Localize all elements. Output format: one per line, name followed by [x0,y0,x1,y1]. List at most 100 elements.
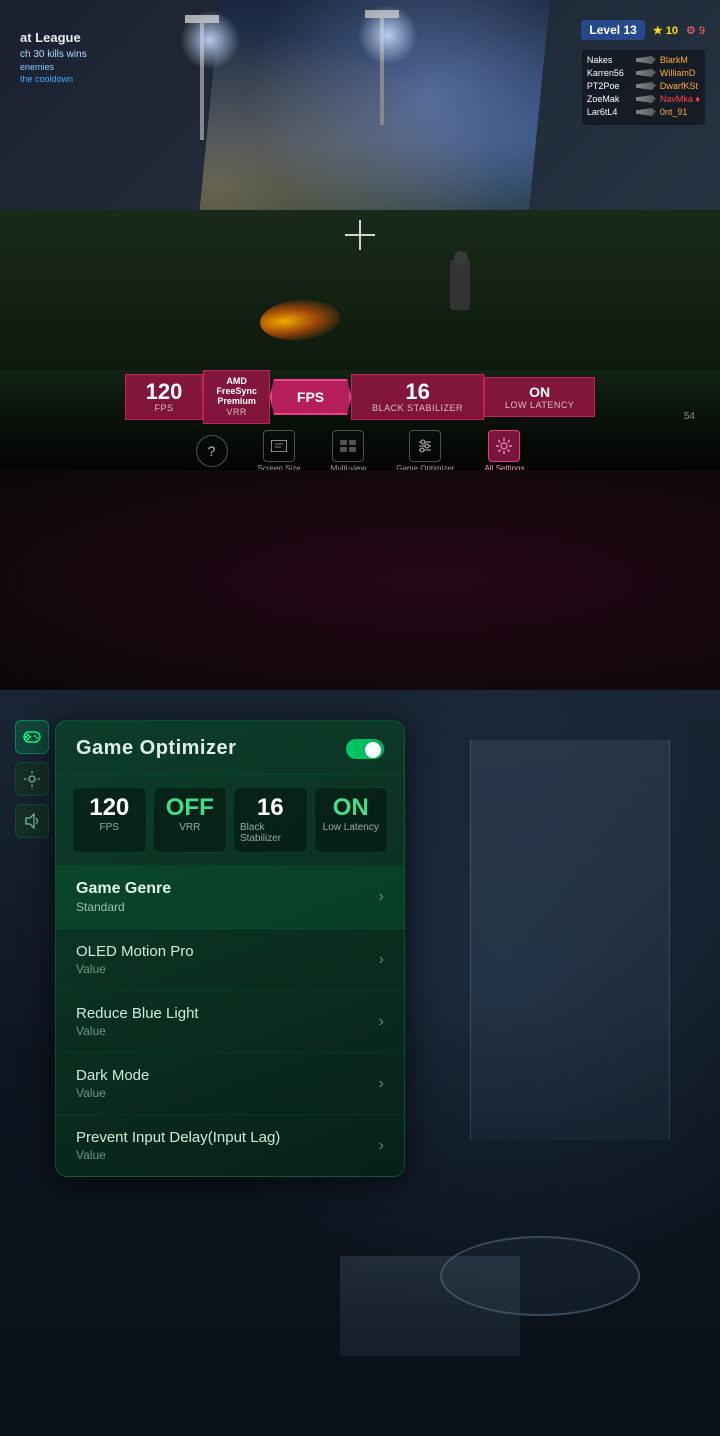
reduce-blue-light-menu-item[interactable]: Reduce Blue Light Value › [56,991,404,1053]
panel-ll-badge: ON Low Latency [314,787,389,853]
ll-stat: ON Low Latency [484,377,595,417]
panel-fps-label: FPS [100,822,119,833]
icon-count: ⚙ 9 [686,24,705,37]
sub-label: enemies [20,62,87,72]
game-optimizer-button[interactable]: Game Optimizer [396,430,454,470]
multi-view-icon [332,430,364,462]
panel-fps-value: 120 [89,796,129,820]
oled-motion-pro-menu-item[interactable]: OLED Motion Pro Value › [56,929,404,991]
score-name-2: Karren56 [587,68,632,78]
panel-vrr-value: OFF [166,796,214,820]
panel-vrr-badge: OFF VRR [153,787,228,853]
multi-view-button[interactable]: Multi-view [331,430,367,470]
stone-steps [340,1256,520,1356]
settings-icon-button[interactable] [15,762,49,796]
score-player-3: DwarfKSt [660,81,698,91]
optimizer-panel: Game Optimizer 120 FPS OFF VRR 16 Black … [55,720,405,1177]
middle-section [0,470,720,690]
ll-label: Low Latency [505,400,574,410]
screen-size-button[interactable]: Screen Size [258,430,301,470]
panel-ll-label: Low Latency [323,822,379,833]
top-game-section: at League ch 30 kills wins enemies the c… [0,0,720,470]
star-count: ★ 10 [653,24,678,37]
score-name-1: Nakes [587,55,632,65]
score-player-4: NavMka ♦ [660,94,700,104]
menu-bar: ? Screen Size [196,430,525,470]
fps-stat: 120 FPS [125,374,204,420]
score-player-1: BlarkM [660,55,688,65]
panel-title: Game Optimizer [76,737,236,760]
bs-value: 16 [405,381,429,403]
dark-mode-left: Dark Mode Value [76,1067,149,1100]
game-genre-value: Standard [76,900,171,914]
reduce-blue-light-title: Reduce Blue Light [76,1005,199,1022]
oled-motion-pro-left: OLED Motion Pro Value [76,943,194,976]
help-button[interactable]: ? [196,435,228,467]
panel-bs-label: Black Stabilizer [240,822,301,844]
game-genre-menu-item[interactable]: Game Genre Standard › [56,866,404,929]
game-genre-title: Game Genre [76,880,171,898]
side-icons [15,720,49,838]
score-name-5: Lar6tL4 [587,107,632,117]
game-optimizer-icon [409,430,441,462]
score-row-4: ZoeMak NavMka ♦ [587,94,700,104]
optimizer-toggle[interactable] [346,739,384,759]
score-row-5: Lar6tL4 0nt_91 [587,107,700,117]
all-settings-button[interactable]: All Settings [484,430,524,470]
gun-icon-1 [636,56,656,64]
screen-size-icon [263,430,295,462]
reduce-blue-light-value: Value [76,1024,199,1038]
vrr-stat: AMDFreeSyncPremium VRR [203,370,270,424]
gun-icon-3 [636,82,656,90]
light-glow-1 [180,10,240,70]
enemy-figure [450,260,470,310]
gun-icon-4 [636,95,656,103]
score-row-3: PT2Poe DwarfKSt [587,81,700,91]
panel-stats-row: 120 FPS OFF VRR 16 Black Stabilizer ON L… [56,775,404,866]
game-genre-arrow: › [379,888,384,906]
vrr-label: VRR [226,407,247,417]
dark-mode-menu-item[interactable]: Dark Mode Value › [56,1053,404,1115]
oled-motion-pro-value: Value [76,962,194,976]
vrr-value: AMDFreeSyncPremium [216,377,257,407]
help-icon: ? [196,435,228,467]
hud-top-right: Level 13 ★ 10 ⚙ 9 [581,20,705,40]
level-badge: Level 13 [581,20,644,40]
waterfall [470,740,670,1140]
objective-label: ch 30 kills wins [20,49,87,60]
volume-icon-button[interactable] [15,804,49,838]
dark-mode-title: Dark Mode [76,1067,149,1084]
gamepad-icon-button[interactable] [15,720,49,754]
gun-icon-2 [636,69,656,77]
score-player-2: WilliamD [660,68,696,78]
score-name-3: PT2Poe [587,81,632,91]
hud-bottom: 120 FPS AMDFreeSyncPremium VRR FPS 16 Bl… [0,360,720,470]
fps-counter: 54 [684,411,695,422]
panel-bs-value: 16 [257,796,284,820]
panel-header: Game Optimizer [56,721,404,775]
ll-value: ON [529,384,550,400]
reduce-blue-light-arrow: › [379,1013,384,1031]
reduce-blue-light-left: Reduce Blue Light Value [76,1005,199,1038]
enemy-head [454,251,468,265]
prevent-input-delay-arrow: › [379,1137,384,1155]
toggle-knob [365,742,381,758]
prevent-input-delay-left: Prevent Input Delay(Input Lag) Value [76,1129,280,1162]
prevent-input-delay-menu-item[interactable]: Prevent Input Delay(Input Lag) Value › [56,1115,404,1176]
score-player-5: 0nt_91 [660,107,688,117]
light-glow-2 [358,5,418,65]
crosshair [345,220,375,250]
panel-fps-badge: 120 FPS [72,787,147,853]
prevent-input-delay-value: Value [76,1148,280,1162]
oled-motion-pro-title: OLED Motion Pro [76,943,194,960]
panel-bs-badge: 16 Black Stabilizer [233,787,308,853]
game-genre-left: Game Genre Standard [76,880,171,914]
score-row-1: Nakes BlarkM [587,55,700,65]
game-name-label: at League [20,30,87,45]
prevent-input-delay-title: Prevent Input Delay(Input Lag) [76,1129,280,1146]
scoreboard: Nakes BlarkM Karren56 WilliamD PT2Poe Dw… [582,50,705,125]
all-settings-icon [488,430,520,462]
panel-ll-value: ON [333,796,369,820]
hud-top-left: at League ch 30 kills wins enemies the c… [20,30,87,84]
stats-bar: 120 FPS AMDFreeSyncPremium VRR FPS 16 Bl… [125,370,596,424]
